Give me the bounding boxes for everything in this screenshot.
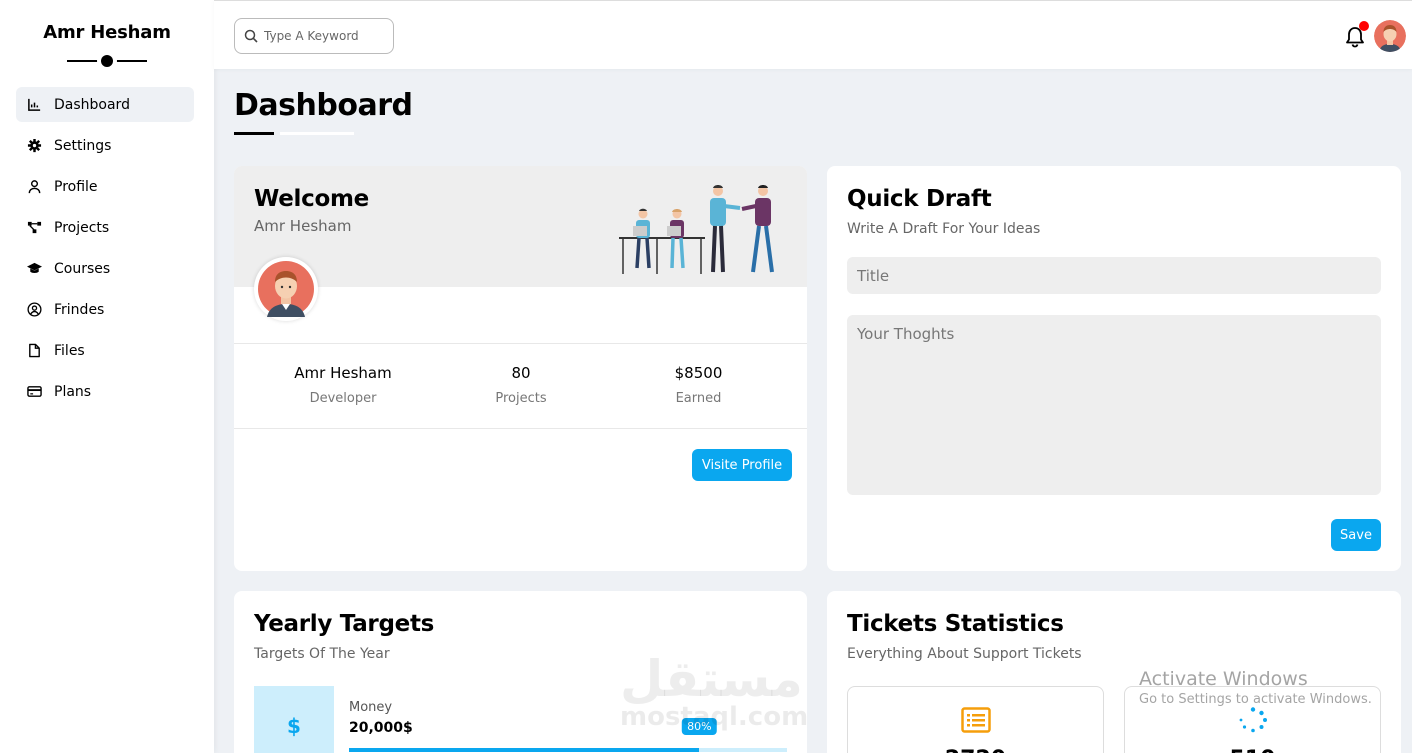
- search-box[interactable]: [234, 18, 394, 54]
- welcome-avatar: [254, 257, 318, 321]
- list-icon: [960, 707, 991, 733]
- brand-divider: [67, 55, 147, 67]
- top-bar: [214, 0, 1412, 69]
- chart-icon: [26, 97, 42, 113]
- sidebar-item-dashboard[interactable]: Dashboard: [16, 87, 194, 122]
- draft-subtitle: Write A Draft For Your Ideas: [847, 221, 1041, 237]
- activate-subtitle: Go to Settings to activate Windows.: [1139, 692, 1372, 707]
- stat-value: $8500: [674, 364, 723, 382]
- sidebar-item-courses[interactable]: Courses: [16, 251, 194, 286]
- progress-track: [349, 748, 787, 752]
- progress-fill: [349, 748, 700, 752]
- welcome-header: Welcome Amr Hesham: [234, 166, 807, 287]
- stat-earned: $8500 Earned: [590, 344, 807, 428]
- search-input[interactable]: [264, 29, 382, 43]
- tickets-subtitle: Everything About Support Tickets: [847, 646, 1082, 662]
- stat-value: 80: [511, 364, 531, 382]
- target-label: Money: [349, 700, 393, 715]
- sidebar-item-friends[interactable]: Frindes: [16, 292, 194, 327]
- welcome-card: Welcome Amr Hesham Amr Hesham Developer …: [234, 166, 807, 571]
- notification-badge: [1359, 21, 1369, 31]
- sidebar: Amr Hesham Dashboard Settings Profile Pr…: [0, 0, 214, 753]
- sidebar-item-files[interactable]: Files: [16, 333, 194, 368]
- watermark-text: mostaql.com: [620, 702, 809, 732]
- user-avatar[interactable]: [1374, 20, 1406, 52]
- sidebar-item-label: Frindes: [54, 301, 105, 318]
- sidebar-item-label: Settings: [54, 137, 112, 154]
- watermark-logo: مستقل: [620, 650, 803, 708]
- welcome-stats: Amr Hesham Developer 80 Projects $8500 E…: [234, 343, 807, 429]
- ticket-count: 510: [1125, 747, 1380, 753]
- quick-draft-card: Quick Draft Write A Draft For Your Ideas…: [827, 166, 1401, 571]
- user-icon: [26, 179, 42, 195]
- targets-title: Yearly Targets: [254, 611, 435, 637]
- stat-label: Earned: [675, 391, 722, 406]
- sidebar-item-settings[interactable]: Settings: [16, 128, 194, 163]
- activate-windows-overlay: Activate Windows Go to Settings to activ…: [1139, 668, 1372, 707]
- activate-title: Activate Windows: [1139, 668, 1308, 690]
- ticket-count: 2720: [848, 747, 1103, 753]
- stat-projects: 80 Projects: [452, 344, 590, 428]
- title-underline: [234, 132, 274, 135]
- draft-body-textarea[interactable]: [847, 315, 1381, 495]
- sidebar-item-label: Plans: [54, 383, 92, 400]
- graduation-cap-icon: [26, 261, 42, 277]
- brand-name: Amr Hesham: [43, 22, 171, 43]
- notification-bell[interactable]: [1344, 21, 1369, 49]
- target-value: 20,000$: [349, 720, 413, 736]
- diagram-icon: [26, 220, 42, 236]
- visit-profile-button[interactable]: Visite Profile: [692, 449, 792, 481]
- gear-icon: [26, 138, 42, 154]
- sidebar-item-label: Courses: [54, 260, 111, 277]
- stat-name: Amr Hesham Developer: [234, 344, 452, 428]
- tickets-title: Tickets Statistics: [847, 611, 1064, 637]
- file-icon: [26, 343, 42, 359]
- page-title: Dashboard: [234, 88, 413, 123]
- ticket-stat-box: 2720: [847, 686, 1104, 753]
- search-icon: [244, 29, 258, 43]
- sidebar-nav: Dashboard Settings Profile Projects Cour…: [0, 87, 214, 409]
- dollar-icon: $: [254, 686, 334, 753]
- sidebar-item-projects[interactable]: Projects: [16, 210, 194, 245]
- spinner-icon: [1239, 707, 1267, 733]
- team-illustration: [619, 185, 774, 274]
- title-underline-light: [280, 132, 354, 135]
- stat-label: Developer: [309, 391, 377, 406]
- sidebar-item-plans[interactable]: Plans: [16, 374, 194, 409]
- save-button[interactable]: Save: [1331, 519, 1381, 551]
- sidebar-item-label: Dashboard: [54, 96, 130, 113]
- stat-label: Projects: [495, 391, 547, 406]
- draft-title-input[interactable]: [847, 257, 1381, 294]
- sidebar-item-label: Files: [54, 342, 85, 359]
- sidebar-item-label: Profile: [54, 178, 98, 195]
- sidebar-item-profile[interactable]: Profile: [16, 169, 194, 204]
- user-circle-icon: [26, 302, 42, 318]
- credit-card-icon: [26, 384, 42, 400]
- stat-value: Amr Hesham: [294, 364, 392, 382]
- draft-title: Quick Draft: [847, 186, 992, 212]
- sidebar-item-label: Projects: [54, 219, 110, 236]
